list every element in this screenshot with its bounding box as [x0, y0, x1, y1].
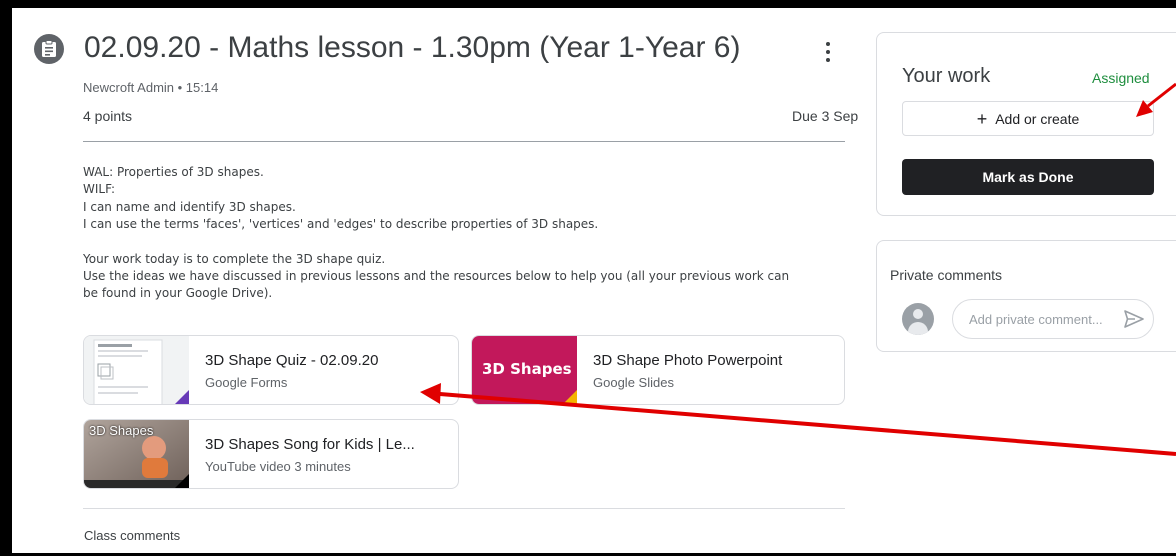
more-options-icon[interactable]	[818, 40, 838, 64]
attachment-youtube[interactable]: 3D Shapes 3D Shapes Song for Kids | Le..…	[83, 419, 459, 489]
your-work-panel: Your work Assigned + Add or create Mark …	[876, 32, 1176, 216]
description-line: WAL: Properties of 3D shapes.	[83, 165, 264, 179]
video-thumbnail: 3D Shapes	[84, 420, 189, 488]
description-line: Your work today is to complete the 3D sh…	[83, 251, 386, 266]
slides-thumbnail: 3D Shapes	[472, 336, 577, 404]
divider	[83, 508, 845, 509]
assignment-description: WAL: Properties of 3D shapes. WILF: I ca…	[83, 164, 853, 303]
private-comments-title: Private comments	[890, 267, 1003, 283]
divider	[83, 141, 845, 142]
attachment-type: Google Forms	[205, 375, 288, 390]
assignment-title: 02.09.20 - Maths lesson - 1.30pm (Year 1…	[84, 31, 741, 64]
attachment-slides[interactable]: 3D Shapes 3D Shape Photo Powerpoint Goog…	[471, 335, 845, 405]
avatar	[902, 303, 934, 335]
private-comments-panel: Private comments	[876, 240, 1176, 352]
forms-corner-icon	[173, 390, 189, 404]
your-work-title: Your work	[902, 65, 991, 87]
status-badge: Assigned	[1092, 70, 1150, 86]
author-timestamp: Newcroft Admin • 15:14	[83, 80, 219, 95]
add-or-create-label: Add or create	[995, 110, 1080, 127]
due-date: Due 3 Sep	[792, 108, 859, 124]
attachment-title: 3D Shape Photo Powerpoint	[593, 352, 783, 369]
youtube-corner-icon	[173, 474, 189, 488]
add-or-create-button[interactable]: + Add or create	[902, 101, 1154, 136]
slides-corner-icon	[561, 390, 577, 404]
page: 02.09.20 - Maths lesson - 1.30pm (Year 1…	[12, 8, 1176, 553]
plus-icon: +	[976, 108, 988, 129]
attachment-type: Google Slides	[593, 375, 674, 390]
description-line: be found in your Google Drive).	[83, 286, 273, 301]
private-comment-box	[952, 299, 1154, 339]
send-icon[interactable]	[1124, 310, 1144, 328]
attachment-title: 3D Shape Quiz - 02.09.20	[205, 352, 379, 369]
mark-as-done-button[interactable]: Mark as Done	[902, 159, 1154, 195]
description-line: I can name and identify 3D shapes.	[83, 199, 296, 214]
thumbnail-text: 3D Shapes	[89, 423, 154, 438]
thumbnail-text: 3D Shapes	[482, 360, 572, 378]
assignment-icon	[34, 34, 64, 64]
points-label: 4 points	[83, 108, 133, 124]
form-thumbnail	[84, 336, 189, 404]
attachment-title: 3D Shapes Song for Kids | Le...	[205, 436, 415, 453]
class-comments-label[interactable]: Class comments	[84, 528, 180, 543]
description-line: I can use the terms 'faces', 'vertices' …	[83, 217, 599, 232]
description-line: WILF:	[83, 182, 116, 197]
attachment-quiz-form[interactable]: 3D Shape Quiz - 02.09.20 Google Forms	[83, 335, 459, 405]
attachment-type: YouTube video 3 minutes	[205, 459, 351, 474]
private-comment-input[interactable]	[969, 300, 1119, 338]
description-line: Use the ideas we have discussed in previ…	[83, 269, 790, 284]
